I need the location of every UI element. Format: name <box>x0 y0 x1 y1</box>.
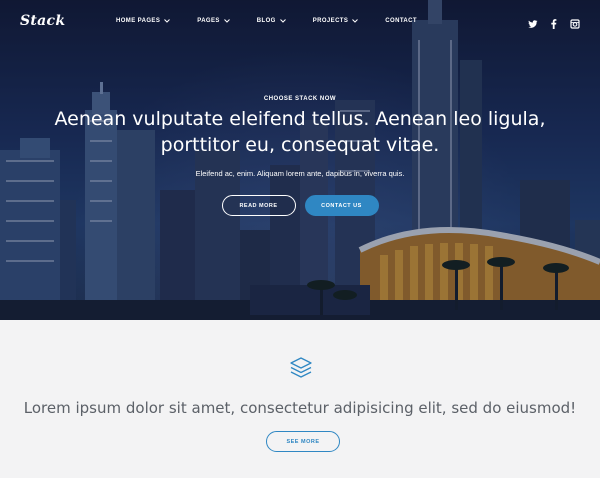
nav-item-projects[interactable]: PROJECTS <box>313 18 360 24</box>
top-navbar: Stack HOME PAGES PAGES BLOG PROJECTS CON… <box>0 0 600 44</box>
instagram-icon[interactable] <box>570 16 580 29</box>
chevron-down-icon <box>163 18 171 24</box>
layers-icon <box>290 357 312 378</box>
nav-item-blog[interactable]: BLOG <box>257 18 287 24</box>
twitter-icon[interactable] <box>528 16 538 28</box>
social-links <box>528 16 580 29</box>
hero-eyebrow: CHOOSE STACK NOW <box>263 96 337 102</box>
nav-item-label: HOME PAGES <box>116 18 161 24</box>
hero-headline: Aenean vulputate eleifend tellus. Aenean… <box>0 106 600 158</box>
nav-item-label: CONTACT <box>385 18 417 24</box>
hero-headline-line-2: porttitor eu, consequat vitae. <box>160 134 440 156</box>
read-more-button[interactable]: READ MORE <box>221 195 296 216</box>
nav-item-label: PAGES <box>197 18 220 24</box>
nav-item-label: BLOG <box>256 18 276 24</box>
main-menu: HOME PAGES PAGES BLOG PROJECTS CONTACT <box>116 18 443 24</box>
chevron-down-icon <box>223 18 231 24</box>
facebook-icon[interactable] <box>549 16 559 29</box>
hero-section: Stack HOME PAGES PAGES BLOG PROJECTS CON… <box>0 0 600 320</box>
feature-tagline: Lorem ipsum dolor sit amet, consectetur … <box>23 399 577 417</box>
see-more-button[interactable]: SEE MORE <box>266 431 340 452</box>
chevron-down-icon <box>351 18 359 24</box>
nav-item-home-pages[interactable]: HOME PAGES <box>116 18 171 24</box>
brand-logo[interactable]: Stack <box>20 13 65 29</box>
chevron-down-icon <box>279 18 287 24</box>
nav-item-label: PROJECTS <box>312 18 349 24</box>
hero-buttons: READ MORE CONTACT US <box>0 195 600 216</box>
hero-headline-line-1: Aenean vulputate eleifend tellus. Aenean… <box>54 108 546 130</box>
hero-content: CHOOSE STACK NOW Aenean vulputate eleife… <box>0 96 600 216</box>
nav-item-pages[interactable]: PAGES <box>197 18 231 24</box>
nav-item-contact[interactable]: CONTACT <box>385 18 417 24</box>
contact-us-button[interactable]: CONTACT US <box>304 195 379 216</box>
hero-subtext: Eleifend ac, enim. Aliquam lorem ante, d… <box>195 169 405 178</box>
